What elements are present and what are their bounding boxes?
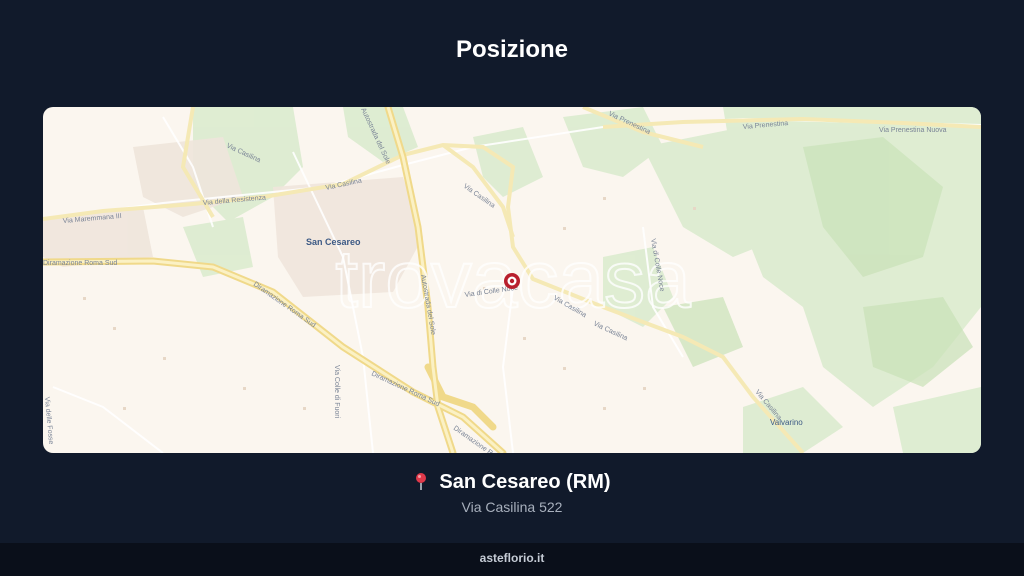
road-label: Via Casilina bbox=[462, 183, 496, 210]
road-label: Diramazione Roma Sud bbox=[43, 260, 117, 267]
footer-brand-link[interactable]: asteflorio.it bbox=[480, 551, 545, 565]
footer: asteflorio.it bbox=[0, 543, 1024, 576]
pushpin-icon bbox=[413, 472, 429, 496]
road-label: Via Prenestina Nuova bbox=[879, 127, 947, 134]
road-label: Via Colle di Fuori bbox=[333, 365, 340, 419]
road-label: Via delle Fosse bbox=[43, 397, 54, 445]
map-canvas[interactable]: trovacasa Via Casilina Via Casilina Via … bbox=[43, 107, 981, 453]
location-address: Via Casilina 522 bbox=[461, 499, 563, 515]
map[interactable]: trovacasa Via Casilina Via Casilina Via … bbox=[43, 107, 981, 453]
town-label: Valvarino bbox=[770, 418, 803, 427]
town-label: San Cesareo bbox=[306, 237, 361, 247]
page-title: Posizione bbox=[455, 36, 569, 63]
location-marker-icon[interactable] bbox=[504, 273, 520, 289]
location-title: San Cesareo (RM) bbox=[0, 471, 1024, 496]
location-name: San Cesareo (RM) bbox=[439, 471, 611, 493]
